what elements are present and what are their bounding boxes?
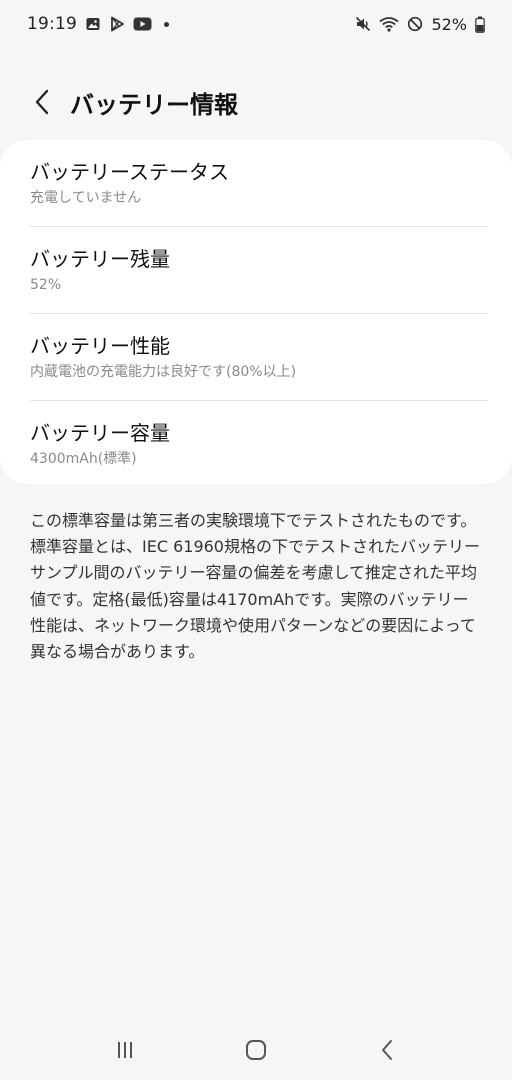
status-bar: 19:19 52% [0, 0, 512, 48]
battery-percent: 52% [431, 14, 467, 34]
wifi-icon [379, 16, 399, 32]
play-store-icon [109, 16, 125, 32]
do-not-disturb-icon [407, 16, 423, 32]
app-header: バッテリー情報 [28, 82, 484, 122]
home-button[interactable] [226, 1030, 286, 1070]
list-item-battery-capacity[interactable]: バッテリー容量 4300mAh(標準) [0, 401, 512, 487]
item-title: バッテリーステータス [30, 160, 229, 184]
youtube-icon [133, 17, 152, 31]
page-title: バッテリー情報 [70, 90, 238, 119]
home-icon [245, 1039, 267, 1061]
list-item-battery-status[interactable]: バッテリーステータス 充電していません [0, 140, 512, 226]
capacity-description: この標準容量は第三者の実験環境下でテストされたものです。標準容量とは、IEC 6… [30, 511, 480, 662]
list-item-battery-level[interactable]: バッテリー残量 52% [0, 227, 512, 313]
item-title: バッテリー残量 [30, 247, 170, 271]
back-button[interactable] [28, 82, 56, 122]
status-right: 52% [355, 15, 485, 34]
item-title: バッテリー性能 [30, 334, 170, 358]
gallery-icon [85, 16, 101, 32]
mute-icon [355, 16, 371, 32]
recent-apps-button[interactable] [95, 1030, 155, 1070]
list-item-battery-performance[interactable]: バッテリー性能 内蔵電池の充電能力は良好です(80%以上) [0, 314, 512, 400]
notification-dot [164, 21, 169, 27]
recent-apps-icon [115, 1041, 135, 1059]
item-subtitle: 充電していません [30, 190, 142, 206]
status-left: 19:19 [27, 14, 169, 34]
item-title: バッテリー容量 [30, 421, 170, 445]
battery-info-card: バッテリーステータス 充電していません バッテリー残量 52% バッテリー性能 … [0, 140, 512, 484]
nav-back-button[interactable] [357, 1030, 417, 1070]
item-subtitle: 4300mAh(標準) [30, 451, 137, 467]
battery-icon [475, 16, 485, 33]
item-subtitle: 内蔵電池の充電能力は良好です(80%以上) [30, 364, 297, 380]
status-time: 19:19 [27, 14, 77, 34]
navigation-bar [0, 1020, 512, 1080]
back-icon [380, 1039, 394, 1061]
chevron-left-icon [34, 89, 50, 115]
item-subtitle: 52% [30, 277, 62, 293]
